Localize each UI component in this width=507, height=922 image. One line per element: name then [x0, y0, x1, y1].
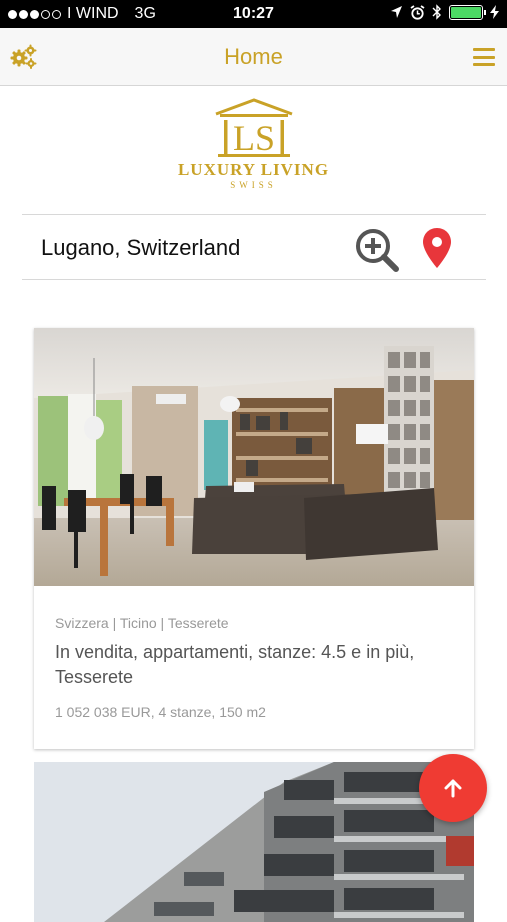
zoom-in-icon	[356, 229, 399, 272]
apartment-building-photo	[34, 762, 474, 922]
living-room-photo	[34, 328, 474, 586]
alarm-icon	[410, 4, 425, 20]
brand-logo: LS LUXURY LIVING SWISS	[0, 96, 507, 196]
arrow-up-icon	[444, 779, 462, 798]
use-location-button[interactable]	[422, 227, 452, 269]
menu-button[interactable]	[473, 48, 495, 66]
battery-icon	[449, 4, 486, 20]
scroll-to-top-button[interactable]	[419, 754, 487, 822]
hamburger-menu-icon	[473, 48, 495, 51]
search-button[interactable]	[354, 227, 400, 273]
status-bar: I WIND 3G 10:27	[0, 0, 507, 28]
listing-title[interactable]: In vendita, appartamenti, stanze: 4.5 e …	[55, 640, 455, 690]
location-search-bar: Lugano, Switzerland	[22, 214, 486, 280]
charging-bolt-icon	[490, 5, 499, 19]
listing-details: 1 052 038 EUR, 4 stanze, 150 m2	[55, 704, 266, 720]
logo-monogram: LS	[233, 118, 275, 158]
bluetooth-icon	[432, 4, 441, 20]
house-monogram-logo: LS	[215, 98, 293, 158]
listing-location: Svizzera | Ticino | Tesserete	[55, 615, 229, 631]
logo-name: LUXURY LIVING	[177, 160, 330, 179]
location-arrow-icon	[391, 6, 402, 18]
status-icons	[390, 4, 499, 20]
location-search-input[interactable]: Lugano, Switzerland	[41, 235, 240, 261]
navigation-bar: Home	[0, 28, 507, 86]
page-title: Home	[224, 44, 283, 69]
listing-photo[interactable]	[34, 328, 474, 586]
listing-card[interactable]: Svizzera | Ticino | Tesserete In vendita…	[34, 328, 474, 749]
map-pin-icon	[423, 228, 451, 268]
listing-card[interactable]	[34, 762, 474, 922]
logo-subtitle: SWISS	[230, 180, 277, 190]
